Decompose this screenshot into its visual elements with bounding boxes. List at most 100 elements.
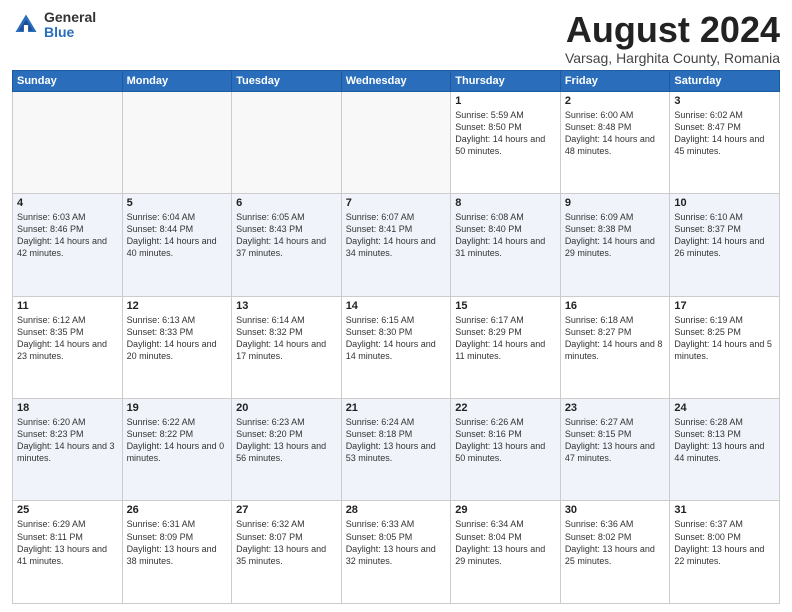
top-section: General Blue August 2024 Varsag, Harghit… (12, 10, 780, 66)
month-title: August 2024 (565, 10, 780, 50)
day-info: Sunrise: 6:31 AM Sunset: 8:09 PM Dayligh… (127, 519, 217, 565)
day-cell: 12 Sunrise: 6:13 AM Sunset: 8:33 PM Dayli… (122, 296, 232, 398)
day-cell: 21 Sunrise: 6:24 AM Sunset: 8:18 PM Dayli… (341, 399, 451, 501)
day-cell (13, 91, 123, 193)
day-info: Sunrise: 6:15 AM Sunset: 8:30 PM Dayligh… (346, 315, 436, 361)
day-number: 10 (674, 197, 775, 209)
header-cell-wednesday: Wednesday (341, 70, 451, 91)
day-number: 24 (674, 402, 775, 414)
day-number: 15 (455, 300, 556, 312)
day-cell: 5 Sunrise: 6:04 AM Sunset: 8:44 PM Daylig… (122, 194, 232, 296)
day-info: Sunrise: 6:12 AM Sunset: 8:35 PM Dayligh… (17, 315, 107, 361)
day-cell: 22 Sunrise: 6:26 AM Sunset: 8:16 PM Dayli… (451, 399, 561, 501)
day-info: Sunrise: 6:07 AM Sunset: 8:41 PM Dayligh… (346, 212, 436, 258)
day-number: 9 (565, 197, 666, 209)
day-cell: 23 Sunrise: 6:27 AM Sunset: 8:15 PM Dayli… (560, 399, 670, 501)
day-number: 26 (127, 504, 228, 516)
day-info: Sunrise: 6:00 AM Sunset: 8:48 PM Dayligh… (565, 110, 655, 156)
header-cell-saturday: Saturday (670, 70, 780, 91)
day-number: 23 (565, 402, 666, 414)
day-info: Sunrise: 6:28 AM Sunset: 8:13 PM Dayligh… (674, 417, 764, 463)
day-number: 21 (346, 402, 447, 414)
day-info: Sunrise: 6:05 AM Sunset: 8:43 PM Dayligh… (236, 212, 326, 258)
logo-general-text: General (44, 10, 96, 25)
day-info: Sunrise: 6:29 AM Sunset: 8:11 PM Dayligh… (17, 519, 107, 565)
location: Varsag, Harghita County, Romania (565, 50, 780, 66)
day-info: Sunrise: 6:32 AM Sunset: 8:07 PM Dayligh… (236, 519, 326, 565)
day-number: 28 (346, 504, 447, 516)
day-cell: 4 Sunrise: 6:03 AM Sunset: 8:46 PM Daylig… (13, 194, 123, 296)
logo-blue-text: Blue (44, 25, 96, 40)
day-number: 13 (236, 300, 337, 312)
week-row-0: 1 Sunrise: 5:59 AM Sunset: 8:50 PM Daylig… (13, 91, 780, 193)
day-cell: 29 Sunrise: 6:34 AM Sunset: 8:04 PM Dayli… (451, 501, 561, 604)
day-info: Sunrise: 6:23 AM Sunset: 8:20 PM Dayligh… (236, 417, 326, 463)
day-cell: 13Sunrise: 6:14 AM Sunset: 8:32 PM Dayli… (232, 296, 342, 398)
day-info: Sunrise: 6:19 AM Sunset: 8:25 PM Dayligh… (674, 315, 772, 361)
day-info: Sunrise: 6:33 AM Sunset: 8:05 PM Dayligh… (346, 519, 436, 565)
day-number: 22 (455, 402, 556, 414)
week-row-4: 25 Sunrise: 6:29 AM Sunset: 8:11 PM Dayli… (13, 501, 780, 604)
day-info: Sunrise: 6:18 AM Sunset: 8:27 PM Dayligh… (565, 315, 663, 361)
day-number: 4 (17, 197, 118, 209)
day-cell: 27 Sunrise: 6:32 AM Sunset: 8:07 PM Dayli… (232, 501, 342, 604)
day-info: Sunrise: 6:27 AM Sunset: 8:15 PM Dayligh… (565, 417, 655, 463)
day-info: Sunrise: 6:08 AM Sunset: 8:40 PM Dayligh… (455, 212, 545, 258)
day-number: 30 (565, 504, 666, 516)
header-cell-tuesday: Tuesday (232, 70, 342, 91)
day-info: Sunrise: 6:24 AM Sunset: 8:18 PM Dayligh… (346, 417, 436, 463)
day-cell: 17 Sunrise: 6:19 AM Sunset: 8:25 PM Dayli… (670, 296, 780, 398)
day-number: 12 (127, 300, 228, 312)
day-number: 2 (565, 95, 666, 107)
day-cell: 16 Sunrise: 6:18 AM Sunset: 8:27 PM Dayli… (560, 296, 670, 398)
day-cell: 1 Sunrise: 5:59 AM Sunset: 8:50 PM Daylig… (451, 91, 561, 193)
day-cell: 18Sunrise: 6:20 AM Sunset: 8:23 PM Dayli… (13, 399, 123, 501)
day-number: 27 (236, 504, 337, 516)
title-section: August 2024 Varsag, Harghita County, Rom… (565, 10, 780, 66)
day-cell: 26 Sunrise: 6:31 AM Sunset: 8:09 PM Dayli… (122, 501, 232, 604)
day-number: 29 (455, 504, 556, 516)
day-number: 18 (17, 402, 118, 414)
day-cell: 2 Sunrise: 6:00 AM Sunset: 8:48 PM Daylig… (560, 91, 670, 193)
day-number: 6 (236, 197, 337, 209)
day-number: 17 (674, 300, 775, 312)
day-cell: 25 Sunrise: 6:29 AM Sunset: 8:11 PM Dayli… (13, 501, 123, 604)
day-number: 11 (17, 300, 118, 312)
header-cell-thursday: Thursday (451, 70, 561, 91)
day-number: 31 (674, 504, 775, 516)
day-info: Sunrise: 6:17 AM Sunset: 8:29 PM Dayligh… (455, 315, 545, 361)
day-cell (232, 91, 342, 193)
day-info: Sunrise: 5:59 AM Sunset: 8:50 PM Dayligh… (455, 110, 545, 156)
day-cell: 7 Sunrise: 6:07 AM Sunset: 8:41 PM Daylig… (341, 194, 451, 296)
day-cell: 19Sunrise: 6:22 AM Sunset: 8:22 PM Dayli… (122, 399, 232, 501)
logo-text: General Blue (44, 10, 96, 41)
week-row-3: 18Sunrise: 6:20 AM Sunset: 8:23 PM Dayli… (13, 399, 780, 501)
week-row-1: 4 Sunrise: 6:03 AM Sunset: 8:46 PM Daylig… (13, 194, 780, 296)
day-number: 25 (17, 504, 118, 516)
day-cell: 24 Sunrise: 6:28 AM Sunset: 8:13 PM Dayli… (670, 399, 780, 501)
day-cell: 30Sunrise: 6:36 AM Sunset: 8:02 PM Dayli… (560, 501, 670, 604)
day-info: Sunrise: 6:13 AM Sunset: 8:33 PM Dayligh… (127, 315, 217, 361)
day-info: Sunrise: 6:03 AM Sunset: 8:46 PM Dayligh… (17, 212, 107, 258)
day-cell: 9 Sunrise: 6:09 AM Sunset: 8:38 PM Daylig… (560, 194, 670, 296)
day-cell (341, 91, 451, 193)
header-row: SundayMondayTuesdayWednesdayThursdayFrid… (13, 70, 780, 91)
header-cell-friday: Friday (560, 70, 670, 91)
header-cell-sunday: Sunday (13, 70, 123, 91)
day-info: Sunrise: 6:10 AM Sunset: 8:37 PM Dayligh… (674, 212, 764, 258)
day-info: Sunrise: 6:04 AM Sunset: 8:44 PM Dayligh… (127, 212, 217, 258)
day-info: Sunrise: 6:26 AM Sunset: 8:16 PM Dayligh… (455, 417, 545, 463)
day-number: 1 (455, 95, 556, 107)
day-info: Sunrise: 6:02 AM Sunset: 8:47 PM Dayligh… (674, 110, 764, 156)
day-number: 8 (455, 197, 556, 209)
day-cell: 31 Sunrise: 6:37 AM Sunset: 8:00 PM Dayli… (670, 501, 780, 604)
day-number: 16 (565, 300, 666, 312)
day-info: Sunrise: 6:34 AM Sunset: 8:04 PM Dayligh… (455, 519, 545, 565)
day-cell: 10 Sunrise: 6:10 AM Sunset: 8:37 PM Dayli… (670, 194, 780, 296)
day-info: Sunrise: 6:09 AM Sunset: 8:38 PM Dayligh… (565, 212, 655, 258)
day-number: 7 (346, 197, 447, 209)
day-number: 5 (127, 197, 228, 209)
day-cell (122, 91, 232, 193)
day-info: Sunrise: 6:37 AM Sunset: 8:00 PM Dayligh… (674, 519, 764, 565)
day-number: 3 (674, 95, 775, 107)
